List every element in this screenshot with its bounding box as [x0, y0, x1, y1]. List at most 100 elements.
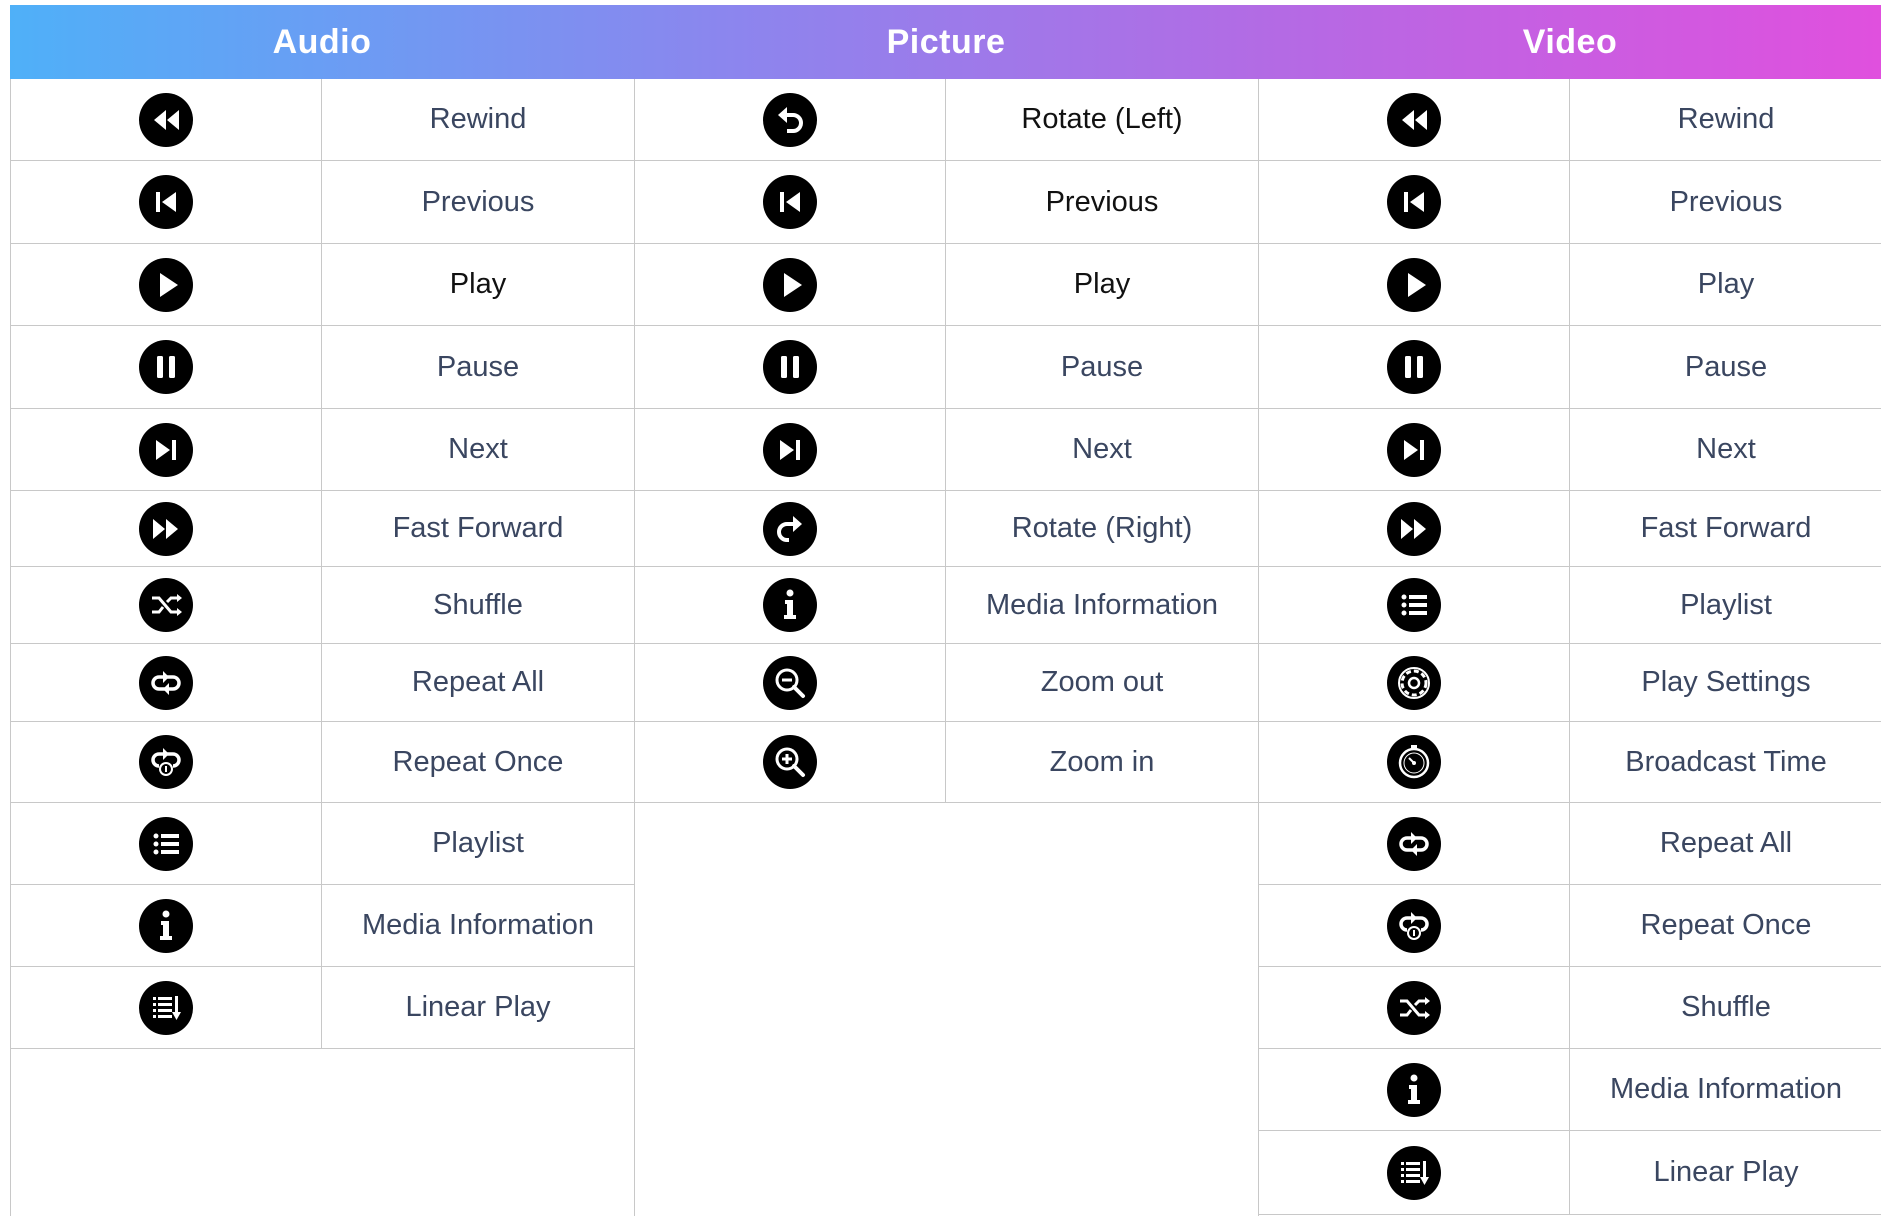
icon-cell: [1258, 803, 1570, 884]
previous-icon: [1386, 175, 1441, 229]
info-icon: [138, 898, 193, 953]
icon-cell: [10, 722, 322, 802]
row-label: Linear Play: [405, 991, 551, 1023]
icon-cell: [634, 326, 946, 408]
icon-cell: [10, 885, 322, 966]
pause-icon: [1386, 340, 1441, 394]
icon-cell: [10, 409, 322, 490]
row-label: Previous: [1045, 185, 1159, 218]
row-label: Fast Forward: [1640, 512, 1812, 544]
fast-forward-icon: [138, 501, 193, 556]
row-label: Previous: [421, 185, 535, 218]
row-label: Fast Forward: [392, 512, 564, 544]
icon-cell: [1258, 161, 1570, 243]
table-row: Pause: [1258, 326, 1881, 409]
row-label: Next: [1696, 433, 1756, 465]
row-label: Repeat Once: [1640, 909, 1812, 941]
table-row: Media Information: [10, 885, 634, 967]
row-label: Media Information: [361, 909, 595, 941]
rotate-right-icon: [762, 501, 817, 556]
play-settings-icon: [1386, 655, 1441, 710]
icon-cell: [1258, 1049, 1570, 1130]
row-label: Pause: [1684, 350, 1768, 383]
info-icon: [1386, 1062, 1441, 1117]
table-row: Playlist: [10, 803, 634, 885]
next-icon: [138, 422, 193, 477]
table-row: Shuffle: [10, 567, 634, 644]
row-label: Play: [449, 268, 507, 300]
row-label: Repeat All: [411, 666, 545, 698]
table-row: Fast Forward: [10, 491, 634, 567]
table-row: Rotate (Left): [634, 79, 1258, 161]
table-row: Previous: [634, 161, 1258, 244]
table-row: Media Information: [634, 567, 1258, 644]
table-row: Play: [634, 244, 1258, 326]
pause-icon: [762, 340, 817, 394]
playlist-icon: [1386, 578, 1441, 632]
icon-cell: [634, 567, 946, 643]
row-label: Broadcast Time: [1625, 745, 1827, 778]
header-picture: Picture: [886, 22, 1006, 61]
table-row: Media Information: [1258, 1049, 1881, 1131]
row-label: Media Information: [1609, 1073, 1843, 1105]
table-row: Shuffle: [1258, 967, 1881, 1049]
row-label: Zoom in: [1049, 745, 1155, 778]
header-video: Video: [1522, 22, 1618, 61]
row-label: Linear Play: [1653, 1156, 1799, 1188]
icon-cell: [10, 967, 322, 1048]
row-label: Pause: [1060, 350, 1144, 383]
table-header: Audio Picture Video: [10, 5, 1881, 79]
row-label: Rotate (Left): [1021, 103, 1183, 135]
play-icon: [138, 257, 193, 312]
icon-cell: [1258, 326, 1570, 408]
zoom-out-icon: [762, 655, 817, 710]
table-row: Rewind: [1258, 79, 1881, 161]
table-row: Fast Forward: [1258, 491, 1881, 567]
shuffle-icon: [138, 578, 193, 632]
table-row: Play: [10, 244, 634, 326]
shuffle-icon: [1386, 980, 1441, 1035]
rewind-icon: [1386, 92, 1441, 147]
row-label: Rewind: [1677, 103, 1775, 135]
icon-cell: [1258, 79, 1570, 160]
table-row: Previous: [1258, 161, 1881, 244]
row-label: Next: [448, 433, 508, 465]
icon-cell: [634, 491, 946, 566]
row-label: Previous: [1669, 185, 1783, 218]
table-row: Next: [1258, 409, 1881, 491]
table-row: Zoom in: [634, 722, 1258, 803]
next-icon: [762, 422, 817, 477]
picture-column: Rotate (Left) Previous Play Pause Next Rotate…: [634, 79, 1258, 803]
icon-cell: [634, 409, 946, 490]
row-label: Play Settings: [1641, 666, 1811, 698]
audio-column: Rewind Previous Play Pause Next Fast Forward S…: [10, 79, 634, 1049]
table-row: Linear Play: [1258, 1131, 1881, 1215]
icon-cell: [10, 644, 322, 721]
row-label: Next: [1072, 433, 1132, 465]
repeat-all-icon: [138, 655, 193, 710]
table-row: Pause: [634, 326, 1258, 409]
repeat-once-icon: [1386, 898, 1441, 953]
row-label: Repeat All: [1659, 827, 1793, 859]
table-row: Next: [634, 409, 1258, 491]
row-label: Play: [1073, 268, 1131, 300]
icon-cell: [634, 644, 946, 721]
row-label: Playlist: [1680, 588, 1772, 621]
icon-cell: [1258, 567, 1570, 643]
icon-cell: [1258, 1131, 1570, 1214]
icon-cell: [10, 803, 322, 884]
icon-cell: [10, 79, 322, 160]
icon-cell: [10, 326, 322, 408]
table-row: Linear Play: [10, 967, 634, 1049]
repeat-all-icon: [1386, 816, 1441, 871]
table-row: Repeat Once: [10, 722, 634, 803]
icon-cell: [1258, 409, 1570, 490]
table-row: Play Settings: [1258, 644, 1881, 722]
icon-cell: [1258, 722, 1570, 802]
icon-cell: [1258, 644, 1570, 721]
table-row: Repeat All: [1258, 803, 1881, 885]
row-label: Shuffle: [1681, 991, 1771, 1023]
pause-icon: [138, 340, 193, 394]
icon-cell: [10, 161, 322, 243]
row-label: Play: [1697, 268, 1755, 300]
